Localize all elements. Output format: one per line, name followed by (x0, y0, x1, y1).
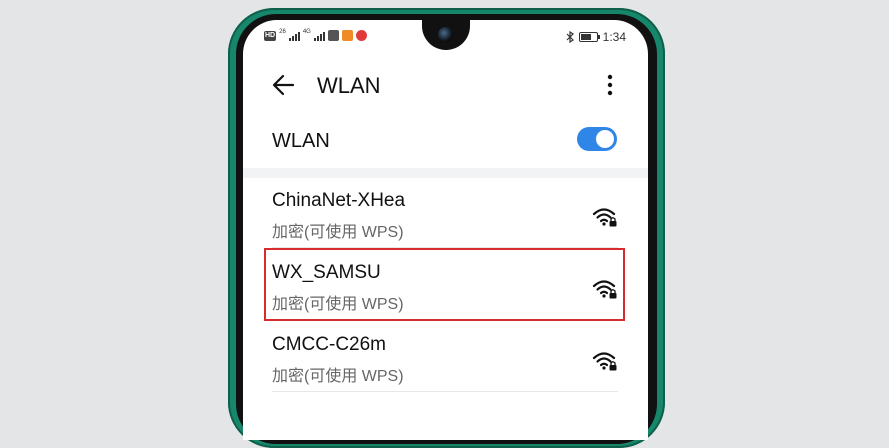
arrow-left-icon[interactable] (271, 72, 297, 98)
app-bar: WLAN (243, 64, 648, 104)
status-right: 1:34 (566, 30, 626, 44)
network-type-1: 26 (279, 28, 286, 35)
signal-icon (288, 31, 300, 41)
network-item[interactable]: ChinaNet-XHea 加密(可使用 WPS) (243, 178, 648, 248)
network-type-2: 4G (302, 28, 311, 35)
section-divider (243, 168, 648, 178)
status-left: HD 26 4G (264, 28, 367, 41)
page-title: WLAN (317, 73, 381, 98)
battery-icon (578, 32, 600, 42)
wifi-lock-icon (592, 208, 617, 227)
bluetooth-icon (566, 31, 574, 43)
wlan-toggle-row[interactable]: WLAN (243, 118, 648, 166)
network-name: ChinaNet-XHea (272, 190, 406, 211)
wlan-toggle-switch[interactable] (577, 127, 617, 151)
phone-screen: HD 26 4G 1:34 WLAN WLAN ChinaNet-XHea 加密… (243, 20, 648, 440)
wlan-toggle-label: WLAN (272, 130, 330, 152)
network-item[interactable]: CMCC-C26m 加密(可使用 WPS) (243, 322, 648, 392)
clock: 1:34 (602, 30, 626, 44)
network-status: 加密(可使用 WPS) (272, 224, 404, 241)
status-bar: HD 26 4G 1:34 (243, 28, 648, 48)
divider (272, 391, 618, 392)
highlight-annotation-box (264, 248, 625, 321)
network-name: CMCC-C26m (272, 334, 386, 355)
wifi-lock-icon (592, 352, 617, 371)
toggle-knob (596, 130, 614, 148)
network-status: 加密(可使用 WPS) (272, 368, 404, 385)
signal-icon (313, 31, 325, 41)
more-vertical-icon[interactable] (600, 72, 620, 98)
app-icon (355, 30, 367, 41)
app-icon (327, 30, 339, 41)
app-icon (341, 30, 353, 41)
hd-icon: HD (264, 30, 277, 41)
